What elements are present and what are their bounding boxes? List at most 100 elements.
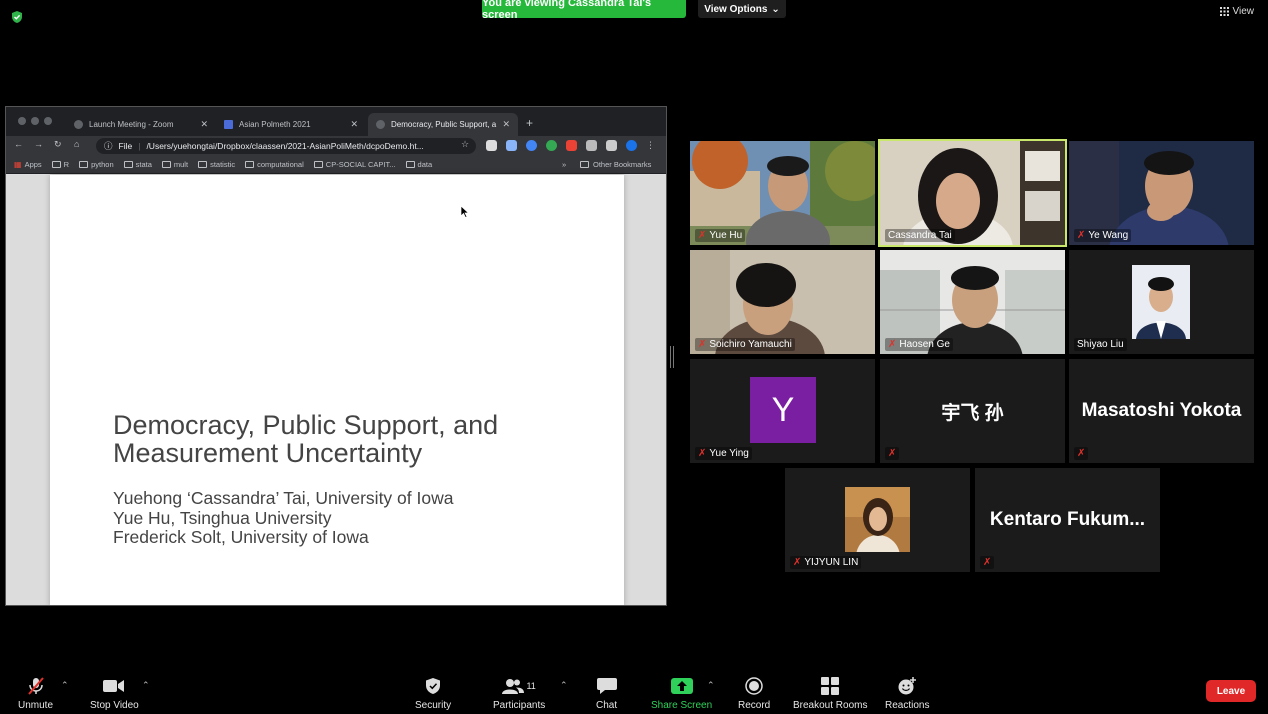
- extension-icon[interactable]: [546, 140, 557, 151]
- reactions-label: Reactions: [885, 700, 930, 711]
- participant-name-label: ✗: [980, 556, 995, 569]
- profile-avatar-icon[interactable]: [626, 140, 637, 151]
- participant-name-label: Cassandra Tai: [885, 229, 955, 242]
- extension-icon[interactable]: [526, 140, 537, 151]
- participant-tile[interactable]: ✗ Soichiro Yamauchi: [690, 250, 875, 354]
- globe-icon: [376, 120, 385, 129]
- splitter-handle[interactable]: [670, 346, 674, 368]
- participants-button[interactable]: 11 Participants: [493, 676, 545, 711]
- bookmark-folder[interactable]: computational: [245, 160, 304, 169]
- address-bar[interactable]: ⓘ File | /Users/yuehongtai/Dropbox/claas…: [96, 138, 476, 154]
- bookmark-folder[interactable]: data: [405, 160, 432, 169]
- maximize-dot-icon[interactable]: [44, 117, 52, 125]
- breakout-rooms-button[interactable]: Breakout Rooms: [793, 676, 867, 711]
- slide-title-line: Measurement Uncertainty: [113, 438, 423, 468]
- participant-tile[interactable]: ✗ Haosen Ge: [880, 250, 1065, 354]
- participant-tile[interactable]: Kentaro Fukum... ✗: [975, 468, 1160, 572]
- shared-screen[interactable]: Launch Meeting - Zoom ✕ Asian Polmeth 202…: [5, 106, 667, 606]
- bookmark-folder[interactable]: stata: [123, 160, 152, 169]
- bookmark-folder[interactable]: CP-SOCIAL CAPIT...: [313, 160, 396, 169]
- site-favicon-icon: [224, 120, 233, 129]
- browser-tab[interactable]: Asian Polmeth 2021 ✕: [216, 113, 366, 136]
- slide-authors: Yuehong ‘Cassandra’ Tai, University of I…: [113, 488, 453, 548]
- other-bookmarks[interactable]: Other Bookmarks: [580, 160, 651, 169]
- profile-photo-icon: [1132, 265, 1190, 339]
- participant-name-label: ✗ YIJYUN LIN: [790, 556, 862, 569]
- more-menu-icon[interactable]: ⋮: [646, 140, 657, 151]
- browser-tab[interactable]: Launch Meeting - Zoom ✕: [66, 113, 216, 136]
- close-dot-icon[interactable]: [18, 117, 26, 125]
- info-icon: ⓘ: [104, 141, 113, 151]
- stop-video-button[interactable]: Stop Video: [90, 676, 139, 711]
- avatar-letter: Y: [771, 390, 795, 429]
- muted-mic-icon: ✗: [888, 448, 897, 459]
- participant-tile[interactable]: Y ✗ Yue Ying: [690, 359, 875, 463]
- slide-title: Democracy, Public Support, and Measureme…: [113, 411, 583, 467]
- bookmark-folder[interactable]: R: [51, 160, 69, 169]
- extension-icon[interactable]: [586, 140, 597, 151]
- bookmark-star-icon[interactable]: ☆: [461, 139, 469, 150]
- back-arrow-icon[interactable]: ←: [14, 139, 23, 149]
- close-tab-icon[interactable]: ✕: [502, 119, 510, 130]
- chat-label: Chat: [596, 700, 618, 711]
- participant-name: Yue Ying: [709, 448, 749, 459]
- participant-tile[interactable]: Shiyao Liu: [1069, 250, 1254, 354]
- extension-icon[interactable]: [566, 140, 577, 151]
- reactions-button[interactable]: Reactions: [885, 676, 929, 711]
- close-tab-icon[interactable]: ✕: [200, 119, 208, 130]
- view-button[interactable]: View: [1219, 6, 1254, 17]
- participant-tile[interactable]: ✗ Ye Wang: [1069, 141, 1254, 245]
- view-options-button[interactable]: View Options ⌄: [698, 0, 786, 18]
- muted-mic-icon: ✗: [698, 230, 707, 241]
- puzzle-icon[interactable]: [606, 140, 617, 151]
- folder-icon: [580, 161, 589, 168]
- forward-arrow-icon[interactable]: →: [34, 139, 43, 149]
- security-button[interactable]: Security: [415, 676, 451, 711]
- security-label: Security: [415, 700, 452, 711]
- participants-label: Participants: [493, 700, 546, 711]
- participant-tile[interactable]: ✗ Yue Hu: [690, 141, 875, 245]
- participant-tile[interactable]: ✗ YIJYUN LIN: [785, 468, 970, 572]
- folder-icon: [161, 161, 171, 168]
- bookmark-label: Apps: [24, 160, 42, 169]
- video-options-caret-icon[interactable]: ⌃: [142, 680, 150, 691]
- participant-tile[interactable]: 宇飞 孙 ✗: [880, 359, 1065, 463]
- chat-button[interactable]: Chat: [596, 676, 617, 711]
- profile-photo-icon: [845, 487, 910, 552]
- bookmarks-bar: ▦ Apps R python stata mult statistic comp…: [6, 156, 666, 174]
- browser-tab-active[interactable]: Democracy, Public Support, a ✕: [368, 113, 518, 136]
- minimize-dot-icon[interactable]: [31, 117, 39, 125]
- smiley-plus-icon: [898, 677, 917, 695]
- participant-name-label: ✗: [885, 447, 900, 460]
- reload-icon[interactable]: ↻: [54, 139, 62, 150]
- extension-icon[interactable]: [486, 140, 497, 151]
- tab-label: Democracy, Public Support, a: [391, 120, 497, 129]
- bookmark-folder[interactable]: statistic: [198, 160, 235, 169]
- encryption-shield-icon[interactable]: [10, 10, 24, 24]
- bookmark-folder[interactable]: python: [79, 160, 114, 169]
- share-options-caret-icon[interactable]: ⌃: [707, 680, 715, 691]
- participant-tile-speaking[interactable]: Cassandra Tai: [878, 139, 1067, 247]
- breakout-grid-icon: [821, 677, 840, 695]
- leave-button[interactable]: Leave: [1206, 680, 1256, 702]
- record-icon: [745, 677, 763, 695]
- unmute-button[interactable]: Unmute: [18, 676, 53, 711]
- muted-mic-icon: ✗: [983, 557, 992, 568]
- share-screen-button[interactable]: Share Screen: [651, 676, 712, 711]
- participant-display-name: Masatoshi Yokota: [1081, 400, 1242, 421]
- audio-options-caret-icon[interactable]: ⌃: [61, 680, 69, 691]
- bookmark-folder[interactable]: mult: [161, 160, 188, 169]
- share-screen-label: Share Screen: [651, 700, 713, 711]
- close-tab-icon[interactable]: ✕: [350, 119, 358, 130]
- bookmark-apps[interactable]: ▦ Apps: [14, 160, 42, 169]
- view-options-label: View Options: [704, 3, 768, 15]
- record-button[interactable]: Record: [738, 676, 770, 711]
- participant-tile[interactable]: Masatoshi Yokota ✗: [1069, 359, 1254, 463]
- tab-label: Asian Polmeth 2021: [239, 120, 311, 129]
- home-icon[interactable]: ⌂: [74, 139, 79, 149]
- browser-tab-bar: Launch Meeting - Zoom ✕ Asian Polmeth 202…: [6, 107, 666, 136]
- extension-icon[interactable]: [506, 140, 517, 151]
- new-tab-plus-icon[interactable]: +: [526, 116, 533, 130]
- more-bookmarks-chevron-icon[interactable]: »: [562, 160, 566, 169]
- participants-options-caret-icon[interactable]: ⌃: [560, 680, 568, 691]
